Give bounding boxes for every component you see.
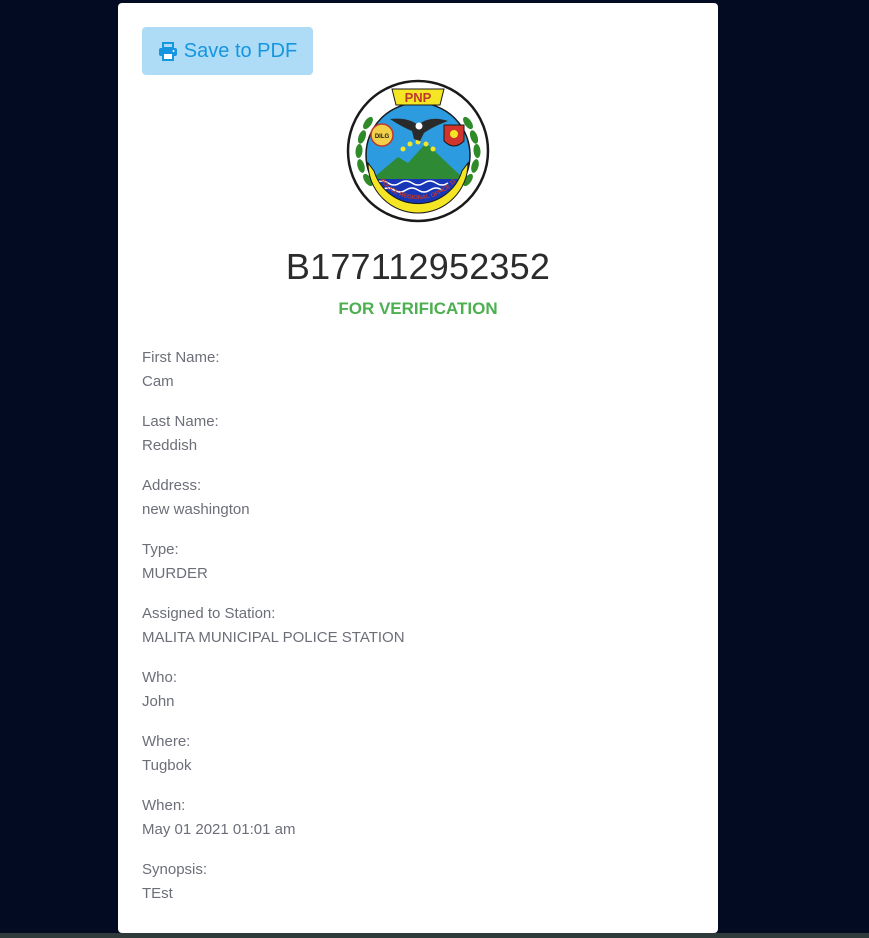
field-value: May 01 2021 01:01 am: [142, 821, 296, 838]
case-number: B177112952352: [285, 246, 551, 287]
print-icon: [158, 41, 178, 61]
report-card: Save to PDF DILG PNP POLICE REGIONAL OFF…: [118, 3, 718, 933]
field-type: Type: MURDER: [142, 538, 702, 602]
dilg-seal-icon: DILG: [370, 123, 394, 147]
field-value: Cam: [142, 373, 174, 390]
field-synopsis: Synopsis: TEst: [142, 858, 702, 922]
field-label: Who:: [142, 669, 178, 686]
bottom-strip: [0, 933, 869, 938]
record-fields: First Name: Cam Last Name: Reddish Addre…: [142, 346, 702, 922]
field-label: Where:: [142, 733, 191, 750]
pnp-banner-text: PNP: [405, 90, 432, 105]
field-value: new washington: [142, 501, 250, 518]
field-assigned-station: Assigned to Station: MALITA MUNICIPAL PO…: [142, 602, 702, 666]
field-first-name: First Name: Cam: [142, 346, 702, 410]
field-where: Where: Tugbok: [142, 730, 702, 794]
field-label: Address:: [142, 477, 202, 494]
field-label: Type:: [142, 541, 179, 558]
pnp-logo: DILG PNP POLICE REGIONAL OFFICE 11: [346, 79, 490, 223]
field-label: Assigned to Station:: [142, 605, 276, 622]
dilg-seal-text: DILG: [375, 134, 390, 140]
field-value: John: [142, 693, 175, 710]
pnp-badge-icon: [443, 124, 465, 147]
status-badge: FOR VERIFICATION: [338, 299, 498, 318]
field-who: Who: John: [142, 666, 702, 730]
save-to-pdf-label: Save to PDF: [183, 39, 298, 62]
field-label: When:: [142, 797, 186, 814]
field-value: TEst: [142, 885, 173, 902]
field-value: MALITA MUNICIPAL POLICE STATION: [142, 629, 405, 646]
field-value: Tugbok: [142, 757, 192, 774]
field-last-name: Last Name: Reddish: [142, 410, 702, 474]
field-value: MURDER: [142, 565, 208, 582]
field-label: Synopsis:: [142, 861, 208, 878]
field-address: Address: new washington: [142, 474, 702, 538]
pnp-banner: PNP: [391, 88, 445, 106]
field-value: Reddish: [142, 437, 198, 454]
field-label: Last Name:: [142, 413, 219, 430]
field-label: First Name:: [142, 349, 220, 366]
save-to-pdf-button[interactable]: Save to PDF: [142, 27, 313, 75]
field-when: When: May 01 2021 01:01 am: [142, 794, 702, 858]
